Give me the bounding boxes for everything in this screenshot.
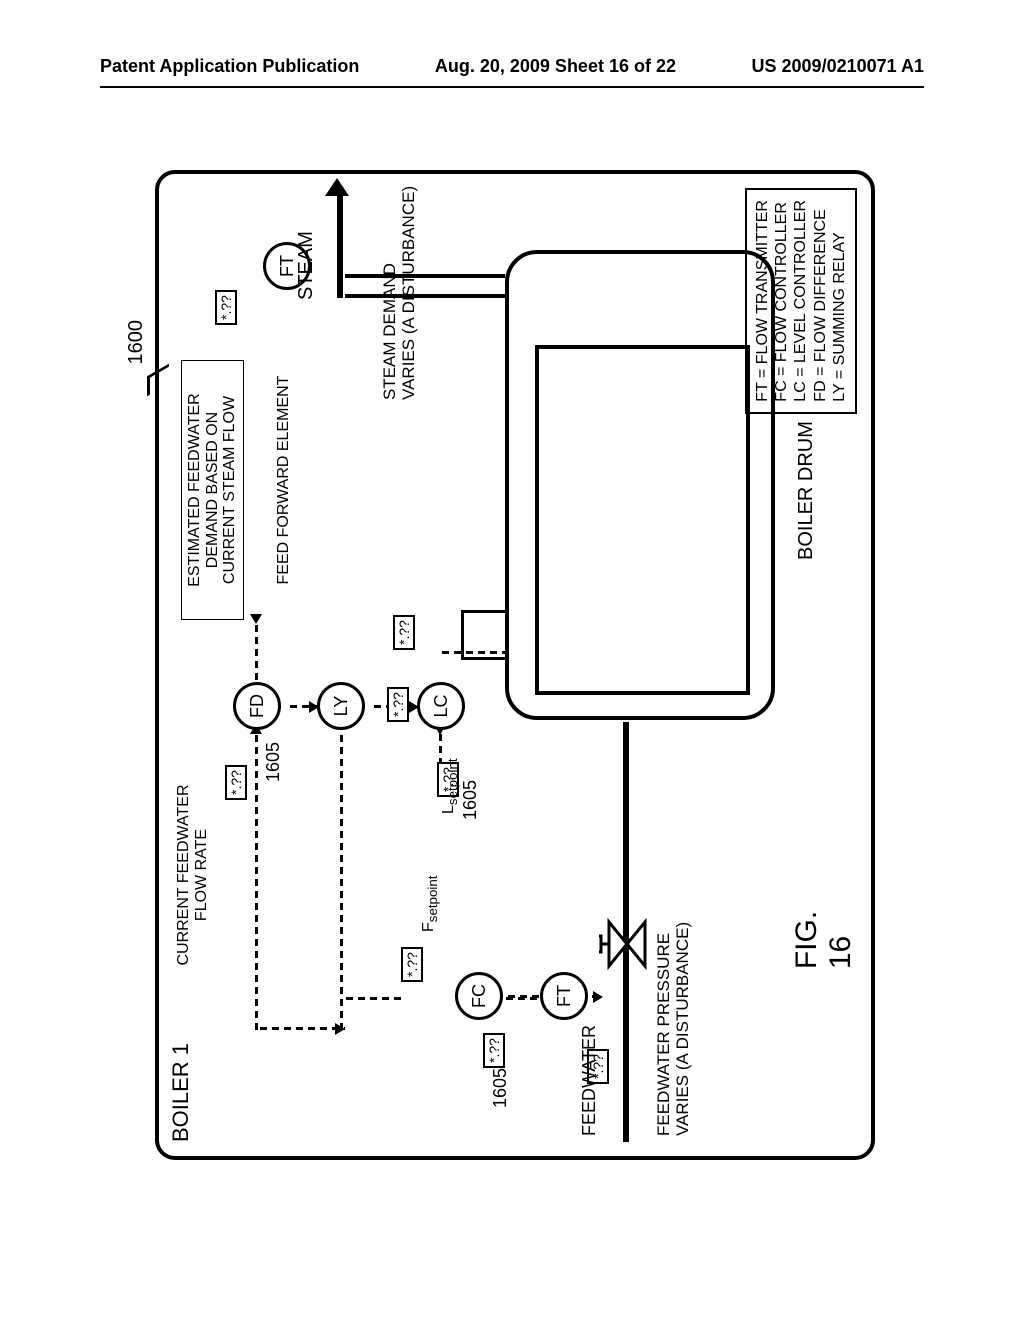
header-rule <box>100 86 924 88</box>
diagram: 1600 BOILER 1 CURRENT FEEDWATER FLOW RAT… <box>155 170 875 1160</box>
instrument-ly: LY <box>317 682 365 730</box>
dashed-line <box>341 997 401 1000</box>
feedwater-disturbance-note: FEEDWATER PRESSURE VARIES (A DISTURBANCE… <box>655 866 692 1136</box>
arrow-icon <box>250 614 262 624</box>
unit-tag: *.?? <box>387 687 409 722</box>
arrow-icon <box>335 1023 345 1035</box>
steam-pipe-v <box>345 274 505 298</box>
legend-box: FT = FLOW TRANSMITTER FC = FLOW CONTROLL… <box>745 188 857 414</box>
instrument-ft-feedwater: FT <box>540 972 588 1020</box>
setpoint-f-sub: setpoint <box>425 876 440 923</box>
unit-tag: *.?? <box>225 765 247 800</box>
dashed-line <box>255 1027 345 1030</box>
estimated-demand-note: ESTIMATED FEEDWATER DEMAND BASED ON CURR… <box>181 360 244 620</box>
dashed-line <box>340 730 343 1030</box>
instrument-fd: FD <box>233 682 281 730</box>
steam-pipe-h <box>337 188 343 298</box>
ref-1605: 1605 <box>263 742 284 782</box>
dashed-line <box>255 620 258 680</box>
setpoint-l-sub: setpoint <box>445 758 460 805</box>
level-tube <box>461 610 507 660</box>
legend-fd: FD = FLOW DIFFERENCE <box>811 200 830 402</box>
legend-ly: LY = SUMMING RELAY <box>830 200 849 402</box>
setpoint-f-sym: F <box>420 922 437 932</box>
feed-forward-element-label: FEED FORWARD ELEMENT <box>275 360 293 600</box>
setpoint-l: Lsetpoint <box>440 758 460 814</box>
legend-fc: FC = FLOW CONTROLLER <box>772 200 791 402</box>
ref-1600: 1600 <box>125 320 148 365</box>
figure-area: 1600 BOILER 1 CURRENT FEEDWATER FLOW RAT… <box>155 170 875 1160</box>
page-header: Patent Application Publication Aug. 20, … <box>100 56 924 77</box>
steam-label: STEAM <box>295 231 317 300</box>
boiler-drum-label: BOILER DRUM <box>795 421 817 560</box>
steam-arrow-icon <box>325 178 349 196</box>
header-left: Patent Application Publication <box>100 56 359 77</box>
legend-ft: FT = FLOW TRANSMITTER <box>753 200 772 402</box>
unit-tag: *.?? <box>483 1033 505 1068</box>
dashed-line <box>255 730 258 1030</box>
steam-disturbance-note: STEAM DEMAND VARIES (A DISTURBANCE) <box>381 170 418 400</box>
setpoint-f: Fsetpoint <box>420 876 440 932</box>
ref-1605: 1605 <box>460 780 481 820</box>
figure-caption: FIG. 16 <box>790 911 1024 969</box>
unit-tag: *.?? <box>215 290 237 325</box>
legend-lc: LC = LEVEL CONTROLLER <box>791 200 810 402</box>
control-valve-icon <box>599 918 651 970</box>
boiler-drum-inner <box>535 345 750 695</box>
ref-1605: 1605 <box>490 1068 511 1108</box>
feedwater-label: FEEDWATER <box>580 1025 600 1136</box>
instrument-lc: LC <box>417 682 465 730</box>
unit-tag: *.?? <box>393 615 415 650</box>
header-right: US 2009/0210071 A1 <box>752 56 924 77</box>
unit-tag: *.?? <box>401 947 423 982</box>
patent-page: Patent Application Publication Aug. 20, … <box>0 0 1024 1320</box>
arrow-icon <box>593 991 603 1003</box>
setpoint-l-sym: L <box>440 805 457 814</box>
instrument-fc: FC <box>455 972 503 1020</box>
boiler-title: BOILER 1 <box>169 1043 193 1142</box>
header-center: Aug. 20, 2009 Sheet 16 of 22 <box>435 56 676 77</box>
diagram-rotated-wrap: 1600 BOILER 1 CURRENT FEEDWATER FLOW RAT… <box>155 170 875 1160</box>
feedwater-flowrate-note: CURRENT FEEDWATER FLOW RATE <box>175 745 210 1005</box>
